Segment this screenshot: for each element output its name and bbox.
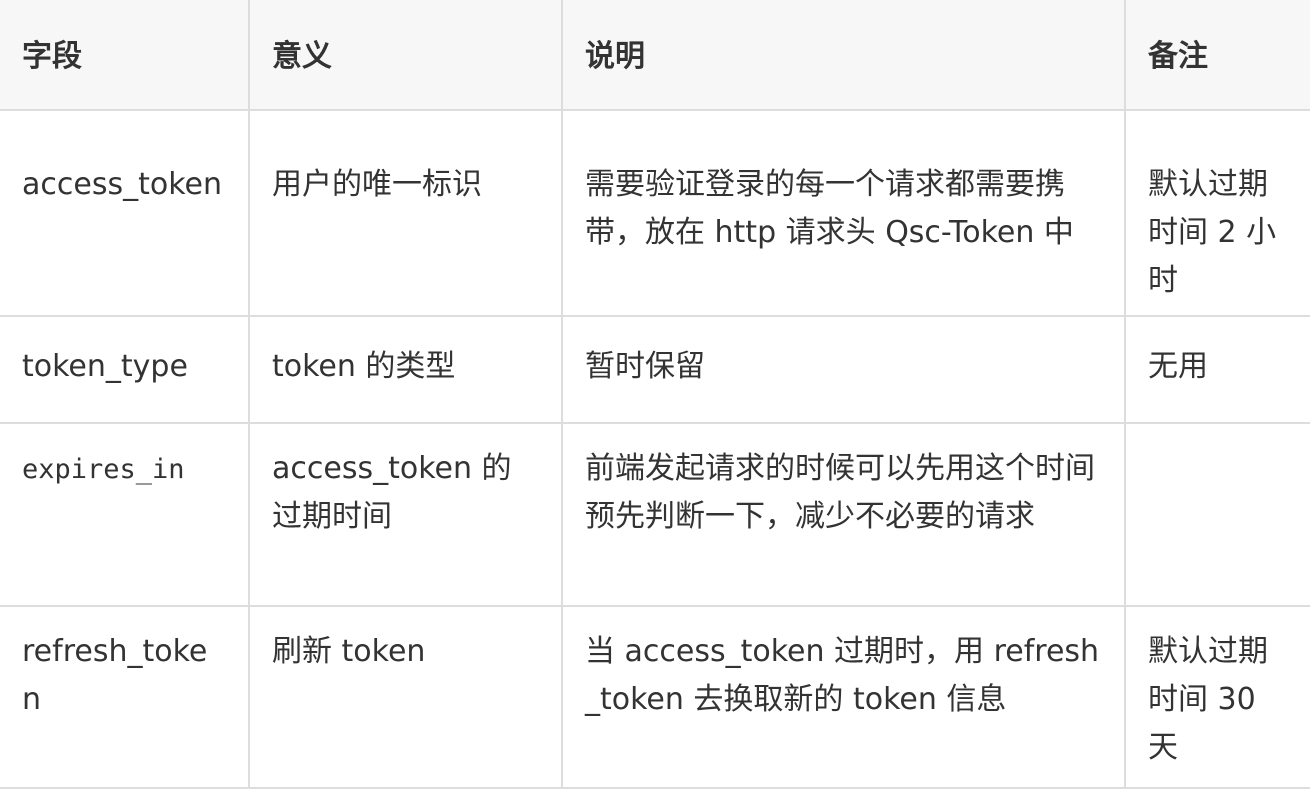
code-text: expires_in <box>22 454 185 485</box>
cell-field: access_token <box>0 109 250 317</box>
table-row: access_token 用户的唯一标识 需要验证登录的每一个请求都需要携带，放… <box>0 109 1310 317</box>
token-fields-table: 字段 意义 说明 备注 access_token 用户的唯一标识 需要验证登录的… <box>0 0 1310 789</box>
cell-description: 暂时保留 <box>561 315 1126 424</box>
cell-note: 无用 <box>1124 315 1310 424</box>
cell-meaning: access_token 的过期时间 <box>248 422 563 607</box>
table-row: refresh_token 刷新 token 当 access_token 过期… <box>0 605 1310 789</box>
cell-note: 默认过期时间 30 天 <box>1124 605 1310 789</box>
table-row: expires_in access_token 的过期时间 前端发起请求的时候可… <box>0 422 1310 607</box>
header-meaning: 意义 <box>248 0 563 111</box>
cell-note <box>1124 422 1310 607</box>
header-note: 备注 <box>1124 0 1310 111</box>
table-row: token_type token 的类型 暂时保留 无用 <box>0 315 1310 424</box>
header-field: 字段 <box>0 0 250 111</box>
cell-meaning: token 的类型 <box>248 315 563 424</box>
cell-description: 前端发起请求的时候可以先用这个时间预先判断一下，减少不必要的请求 <box>561 422 1126 607</box>
cell-field: refresh_token <box>0 605 250 789</box>
header-description: 说明 <box>561 0 1126 111</box>
cell-description: 当 access_token 过期时，用 refresh_token 去换取新的… <box>561 605 1126 789</box>
cell-meaning: 刷新 token <box>248 605 563 789</box>
cell-description: 需要验证登录的每一个请求都需要携带，放在 http 请求头 Qsc-Token … <box>561 109 1126 317</box>
cell-field: token_type <box>0 315 250 424</box>
cell-note: 默认过期时间 2 小时 <box>1124 109 1310 317</box>
cell-meaning: 用户的唯一标识 <box>248 109 563 317</box>
cell-field: expires_in <box>0 422 250 607</box>
table-header-row: 字段 意义 说明 备注 <box>0 0 1310 111</box>
